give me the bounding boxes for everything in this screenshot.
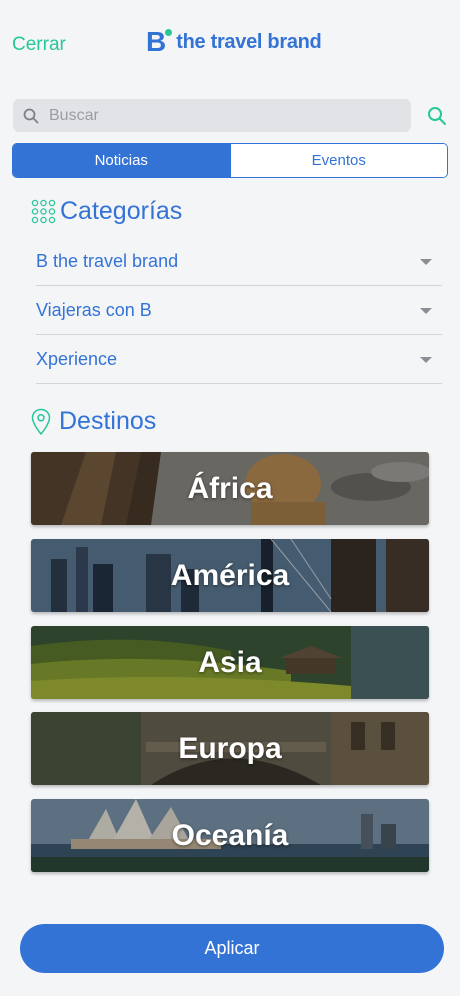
search-bar: [13, 99, 411, 132]
search-input[interactable]: [47, 105, 381, 126]
brand-letter: B: [146, 26, 167, 57]
category-label: B the travel brand: [36, 251, 179, 271]
destination-label: Asia: [198, 645, 262, 679]
destinations-heading: Destinos: [31, 407, 156, 436]
tab-bar: Noticias Eventos: [12, 143, 448, 178]
destination-label: África: [187, 471, 273, 505]
destination-card-europa[interactable]: Europa: [31, 712, 429, 785]
category-item-b-the-travel-brand[interactable]: B the travel brand: [36, 238, 442, 286]
search-icon: [23, 108, 39, 123]
categories-heading: Categorías: [31, 197, 182, 226]
tab-eventos[interactable]: Eventos: [229, 144, 447, 177]
destination-card-africa[interactable]: África: [31, 452, 429, 525]
chevron-down-icon: [420, 356, 432, 363]
destination-label: Oceanía: [171, 818, 289, 852]
search-button-icon[interactable]: [427, 106, 447, 126]
categories-title: Categorías: [60, 197, 183, 225]
category-label: Viajeras con B: [36, 300, 152, 320]
apply-button[interactable]: Aplicar: [20, 924, 444, 973]
chevron-down-icon: [420, 307, 432, 314]
destinations-title: Destinos: [59, 407, 157, 435]
location-pin-icon: [31, 408, 51, 435]
destination-label: América: [170, 558, 290, 592]
brand-logo: B the travel brand: [146, 26, 322, 57]
header: Cerrar B the travel brand: [0, 0, 460, 92]
close-button[interactable]: Cerrar: [12, 34, 66, 56]
category-item-xperience[interactable]: Xperience: [36, 336, 442, 384]
brand-dot: [165, 29, 172, 36]
category-item-viajeras-con-b[interactable]: Viajeras con B: [36, 287, 442, 335]
category-label: Xperience: [36, 349, 118, 369]
destination-card-america[interactable]: América: [31, 539, 429, 612]
destination-label: Europa: [178, 731, 282, 765]
grid-icon: [31, 199, 56, 224]
tab-noticias[interactable]: Noticias: [13, 144, 230, 177]
chevron-down-icon: [420, 258, 432, 265]
brand-name: the travel brand: [176, 30, 322, 53]
destination-card-asia[interactable]: Asia: [31, 626, 429, 699]
destination-card-oceania[interactable]: Oceanía: [31, 799, 429, 872]
